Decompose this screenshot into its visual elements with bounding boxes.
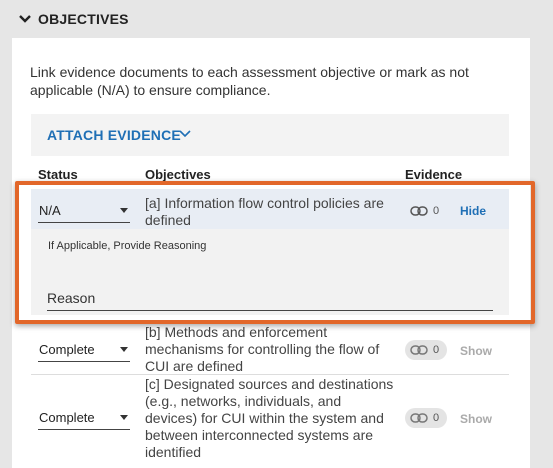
caret-down-icon — [120, 415, 128, 420]
evidence-link-button[interactable]: 0 — [405, 408, 447, 428]
evidence-count: 0 — [433, 205, 440, 217]
evidence-link-button[interactable]: 0 — [405, 201, 447, 221]
chevron-down-icon[interactable] — [18, 13, 32, 25]
status-select[interactable]: N/A — [38, 200, 130, 223]
show-button[interactable]: Show — [460, 412, 492, 426]
link-icon — [410, 345, 428, 355]
status-select[interactable]: Complete — [38, 339, 130, 362]
column-header-status: Status — [38, 167, 78, 182]
objectives-section-header[interactable]: OBJECTIVES — [0, 0, 553, 38]
status-value: Complete — [39, 410, 95, 425]
evidence-count: 0 — [433, 344, 440, 356]
reason-input[interactable] — [47, 286, 493, 311]
evidence-count: 0 — [433, 412, 440, 424]
link-icon — [410, 206, 428, 216]
intro-text: Link evidence documents to each assessme… — [30, 64, 469, 98]
hide-button[interactable]: Hide — [460, 204, 486, 218]
status-select[interactable]: Complete — [38, 407, 130, 430]
reasoning-label: If Applicable, Provide Reasoning — [48, 240, 207, 252]
caret-down-icon — [120, 347, 128, 352]
status-value: Complete — [39, 342, 95, 357]
row-divider — [31, 374, 509, 375]
caret-down-icon — [120, 208, 128, 213]
objective-text: [b] Methods and enforcement mechanisms f… — [145, 324, 380, 374]
link-icon — [410, 413, 428, 423]
objective-text: [a] Information flow control policies ar… — [145, 195, 384, 228]
objective-text: [c] Designated sources and destinations … — [145, 376, 394, 460]
show-button[interactable]: Show — [460, 344, 492, 358]
column-header-objectives: Objectives — [145, 167, 211, 182]
column-header-evidence: Evidence — [405, 167, 463, 182]
chevron-down-icon[interactable] — [178, 128, 192, 140]
attach-evidence-button[interactable]: ATTACH EVIDENCE — [47, 127, 181, 143]
status-value: N/A — [39, 203, 61, 218]
section-title: OBJECTIVES — [38, 11, 129, 27]
evidence-link-button[interactable]: 0 — [405, 340, 447, 360]
